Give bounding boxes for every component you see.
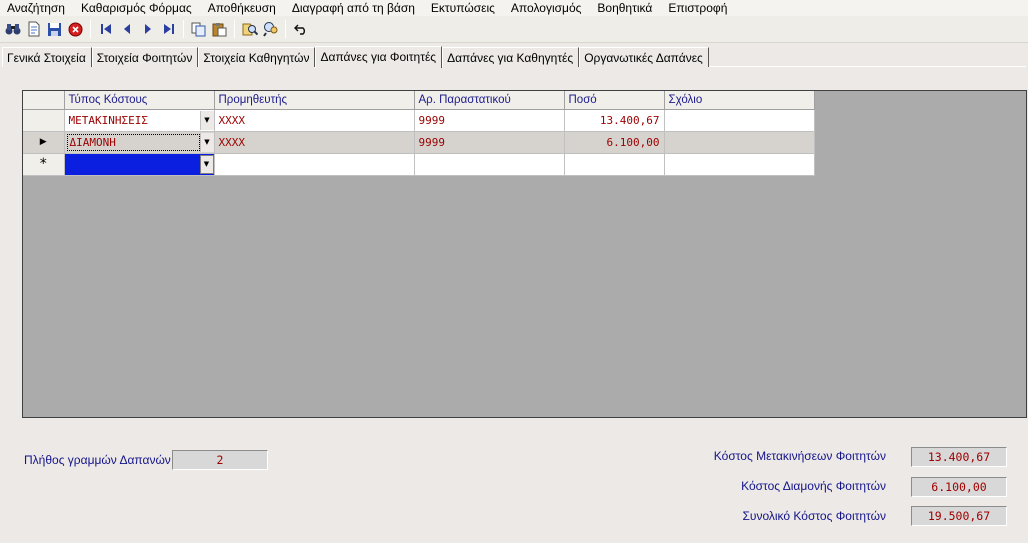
total-cost-field: 19.500,67 [911,506,1007,526]
tab-organizational-expenses[interactable]: Οργανωτικές Δαπάνες [579,47,709,67]
travel-cost-label: Κόστος Μετακινήσεων Φοιτητών [713,449,886,463]
column-header-document-number[interactable]: Αρ. Παραστατικού [414,91,565,110]
grid-header-row: Τύπος Κόστους Προμηθευτής Αρ. Παραστατικ… [23,91,815,110]
tab-professor-expenses[interactable]: Δαπάνες για Καθηγητές [442,47,580,67]
table-row[interactable]: ΜΕΤΑΚΙΝΗΣΕΙΣ ▼ XXXX 9999 13.400,67 [23,109,815,132]
expense-rows-field: 2 [172,450,268,470]
menu-delete[interactable]: Διαγραφή από τη βάση [285,1,424,16]
dropdown-arrow-icon[interactable]: ▼ [199,110,213,130]
toolbar-separator [234,20,235,38]
cost-type-combo[interactable]: ΜΕΤΑΚΙΝΗΣΕΙΣ ▼ [65,110,213,131]
total-cost-label: Συνολικό Κόστος Φοιτητών [742,509,886,523]
travel-cost-field: 13.400,67 [911,447,1007,467]
table-row[interactable]: ▶ ΔΙΑΜΟΝΗ ▼ XXXX 9999 6.100,00 [23,131,815,154]
column-header-amount[interactable]: Ποσό [564,91,665,110]
tab-student-expenses[interactable]: Δαπάνες για Φοιτητές [315,46,443,68]
current-row-indicator[interactable]: ▶ [23,131,65,154]
menu-save[interactable]: Αποθήκευση [201,1,285,16]
toolbar-separator [183,20,184,38]
dropdown-arrow-icon[interactable]: ▼ [199,154,213,174]
cost-type-cell[interactable]: ΔΙΑΜΟΝΗ ▼ [64,131,215,154]
binoculars-icon[interactable] [5,21,21,37]
tab-strip: Γενικά Στοιχεία Στοιχεία Φοιτητών Στοιχε… [2,45,709,68]
tab-professors[interactable]: Στοιχεία Καθηγητών [198,47,316,67]
cost-type-combo[interactable]: ▼ [64,153,213,174]
menu-bar: Αναζήτηση Καθαρισμός Φόρμας Αποθήκευση Δ… [0,0,1028,16]
comment-cell[interactable] [664,131,815,154]
column-header-supplier[interactable]: Προμηθευτής [214,91,415,110]
stop-icon[interactable] [68,21,84,37]
undo-icon[interactable] [293,21,309,37]
supplier-cell[interactable]: XXXX [214,109,415,132]
paste-icon[interactable] [212,21,228,37]
row-header[interactable] [23,109,65,132]
column-header-cost-type[interactable]: Τύπος Κόστους [64,91,215,110]
toolbar-separator [90,20,91,38]
menu-tools[interactable]: Βοηθητικά [590,1,661,16]
toolbar [0,16,1028,43]
toolbar-separator [285,20,286,38]
dropdown-arrow-icon[interactable]: ▼ [199,132,213,152]
cost-type-combo[interactable]: ΔΙΑΜΟΝΗ ▼ [65,132,213,153]
new-document-icon[interactable] [26,21,42,37]
cost-type-cell[interactable]: ▼ [64,153,215,176]
cost-type-value: ΜΕΤΑΚΙΝΗΣΕΙΣ [68,113,148,127]
supplier-cell[interactable]: XXXX [214,131,415,154]
menu-search[interactable]: Αναζήτηση [0,1,74,16]
new-row-indicator[interactable]: * [23,153,65,176]
document-number-cell[interactable]: 9999 [414,109,565,132]
menu-clear-form[interactable]: Καθαρισμός Φόρμας [74,1,201,16]
document-number-cell[interactable]: 9999 [414,131,565,154]
amount-cell[interactable] [564,153,665,176]
tab-students[interactable]: Στοιχεία Φοιτητών [91,47,199,67]
supplier-cell[interactable] [214,153,415,176]
copy-icon[interactable] [191,21,207,37]
new-row[interactable]: * ▼ [23,153,815,176]
expenses-grid: Τύπος Κόστους Προμηθευτής Αρ. Παραστατικ… [22,90,1027,418]
amount-cell[interactable]: 13.400,67 [564,109,665,132]
menu-print[interactable]: Εκτυπώσεις [424,1,504,16]
stay-cost-label: Κόστος Διαμονής Φοιτητών [741,479,886,493]
last-record-icon[interactable] [161,21,177,37]
tab-general[interactable]: Γενικά Στοιχεία [2,47,92,67]
comment-cell[interactable] [664,109,815,132]
first-record-icon[interactable] [98,21,114,37]
find-icon[interactable] [242,21,258,37]
column-header-comment[interactable]: Σχόλιο [664,91,815,110]
next-record-icon[interactable] [140,21,156,37]
comment-cell[interactable] [664,153,815,176]
grid-corner [23,91,65,110]
stay-cost-field: 6.100,00 [911,477,1007,497]
save-icon[interactable] [47,21,63,37]
previous-record-icon[interactable] [119,21,135,37]
amount-cell[interactable]: 6.100,00 [564,131,665,154]
cost-type-cell[interactable]: ΜΕΤΑΚΙΝΗΣΕΙΣ ▼ [64,109,215,132]
cost-type-value: ΔΙΑΜΟΝΗ [66,133,200,151]
menu-return[interactable]: Επιστροφή [661,1,736,16]
search-records-icon[interactable] [262,21,279,37]
document-number-cell[interactable] [414,153,565,176]
menu-report[interactable]: Απολογισμός [504,1,591,16]
expense-rows-label: Πλήθος γραμμών Δαπανών [24,453,171,467]
